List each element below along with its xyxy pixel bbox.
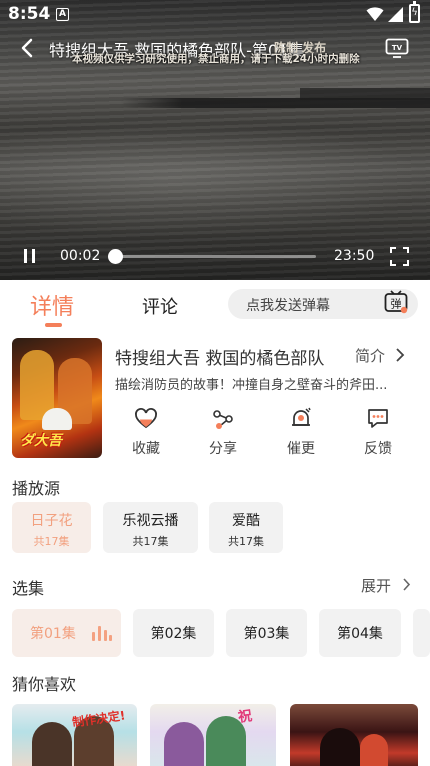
playing-bar — [109, 635, 112, 641]
pause-bar-right — [32, 249, 35, 263]
episode-item[interactable]: 第03集 — [226, 609, 307, 657]
source-item[interactable]: 爱酷 共17集 — [209, 502, 283, 553]
share-button[interactable]: 分享 — [193, 404, 253, 460]
notification-icon: A — [56, 8, 69, 21]
share-icon — [213, 410, 233, 429]
action-bar: 收藏 分享 催更 反馈 — [108, 404, 418, 464]
episode-item-partial[interactable] — [413, 609, 430, 657]
recommend-title: 猜你喜欢 — [12, 675, 77, 694]
danmaku-icon-text: 弹 — [391, 297, 402, 311]
show-title: 特搜组大吾 救国的橘色部队 — [115, 349, 325, 369]
cast-tv-icon[interactable]: TV — [385, 38, 409, 58]
card-tag: 制作决定! — [71, 708, 127, 730]
danmaku-toggle-icon[interactable]: 弹 — [384, 290, 409, 316]
episode-label: 第01集 — [30, 626, 76, 642]
detail-tabs: 详情 评论 点我发送弹幕 弹 — [0, 280, 430, 330]
episode-label: 第04集 — [337, 626, 383, 642]
danmaku-placeholder: 点我发送弹幕 — [246, 298, 330, 314]
source-name: 乐视云播 — [122, 513, 179, 529]
episode-item[interactable]: 第02集 — [133, 609, 214, 657]
card-art — [32, 722, 72, 766]
card-art — [320, 728, 360, 766]
action-label: 反馈 — [364, 441, 392, 457]
video-controls: 00:02 23:50 — [0, 242, 430, 272]
pause-bar-left — [24, 249, 27, 263]
episode-item[interactable]: 第01集 — [12, 609, 121, 657]
card-art — [164, 722, 204, 766]
svg-text:TV: TV — [392, 44, 403, 52]
source-count: 共17集 — [33, 535, 70, 548]
tab-active-indicator — [45, 323, 62, 327]
playing-bar — [104, 630, 107, 641]
recommend-card[interactable] — [290, 704, 418, 766]
playing-indicator-icon — [92, 625, 112, 641]
source-name: 爱酷 — [232, 513, 260, 529]
action-label: 催更 — [287, 441, 315, 457]
source-count: 共17集 — [228, 535, 264, 548]
playing-bar — [98, 626, 101, 641]
video-frame-shoreline — [120, 98, 430, 108]
show-description: 描绘消防员的故事！冲撞自身之壁奋斗的斧田... — [115, 378, 388, 393]
progress-bar[interactable] — [108, 249, 316, 264]
episodes-title: 选集 — [12, 579, 45, 598]
episode-label: 第03集 — [243, 626, 290, 642]
battery-icon — [409, 1, 420, 23]
wifi-icon — [366, 7, 384, 21]
source-item[interactable]: 乐视云播 共17集 — [103, 502, 198, 553]
heart-icon — [135, 408, 157, 429]
back-icon[interactable] — [16, 36, 40, 60]
danmaku-input[interactable]: 点我发送弹幕 弹 — [228, 289, 418, 319]
pause-button[interactable] — [22, 248, 38, 264]
episode-item[interactable]: 第04集 — [319, 609, 401, 657]
progress-knob[interactable] — [108, 249, 124, 264]
urge-update-button[interactable]: 催更 — [271, 404, 331, 460]
source-item[interactable]: 日子花 共17集 — [12, 502, 91, 553]
action-label: 分享 — [209, 441, 237, 457]
tab-comment[interactable]: 评论 — [142, 293, 178, 319]
feedback-button[interactable]: 反馈 — [348, 404, 408, 460]
card-art — [360, 734, 388, 766]
intro-link[interactable]: 简介 — [355, 345, 385, 366]
episode-label: 第02集 — [150, 626, 197, 642]
status-time: 8:54 — [8, 4, 51, 24]
action-label: 收藏 — [132, 441, 160, 457]
video-frame-light — [0, 120, 430, 240]
video-player[interactable]: 8:54 A 特搜组大吾 救国的橘色部队-第01集 陈制 发布 TV 本视频仅供… — [0, 0, 430, 280]
favorite-button[interactable]: 收藏 — [116, 404, 176, 460]
chevron-right-icon[interactable] — [402, 578, 411, 591]
source-name: 日子花 — [30, 513, 73, 529]
recommend-card[interactable]: 制作决定! — [12, 704, 137, 766]
total-time: 23:50 — [334, 248, 375, 264]
chevron-right-icon[interactable] — [395, 348, 405, 362]
status-bar: 8:54 A — [0, 0, 430, 30]
source-count: 共17集 — [132, 535, 169, 548]
recommend-card[interactable]: 祝 — [150, 704, 276, 766]
bell-icon — [292, 407, 311, 426]
video-watermark: 本视频仅供学习研究使用，禁止商用，请于下载24小时内删除 — [72, 53, 360, 65]
playing-bar — [92, 632, 95, 641]
feedback-icon — [368, 409, 388, 428]
poster-helmet — [42, 408, 72, 430]
poster-logo: ダ大吾 — [20, 433, 62, 449]
card-tag: 祝 — [237, 708, 254, 726]
fullscreen-icon[interactable] — [390, 247, 409, 266]
signal-icon — [388, 7, 403, 22]
expand-episodes-button[interactable]: 展开 — [361, 575, 391, 596]
current-time: 00:02 — [60, 248, 101, 264]
sources-title: 播放源 — [12, 479, 61, 498]
tab-detail[interactable]: 详情 — [30, 289, 74, 321]
show-poster[interactable]: ダ大吾 — [12, 338, 102, 458]
